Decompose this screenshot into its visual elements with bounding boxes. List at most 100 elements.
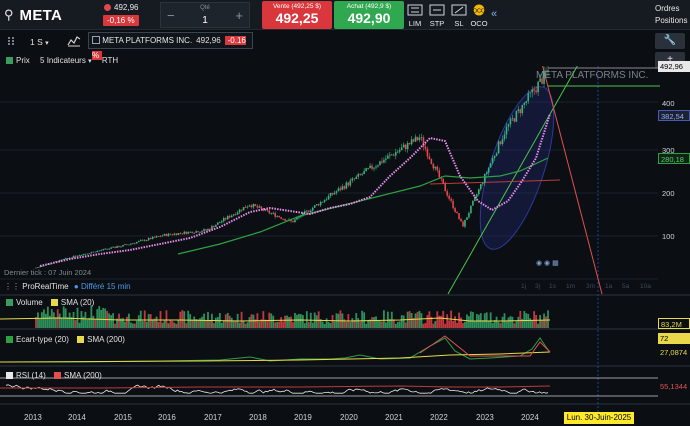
volume-bar <box>151 319 154 328</box>
candle-body <box>454 208 456 212</box>
candle-body <box>118 246 120 248</box>
sma-fast-line <box>39 113 551 267</box>
candle-body <box>478 189 480 195</box>
zoom-1m[interactable]: 1m <box>566 283 575 290</box>
volume-bar <box>296 314 298 328</box>
volume-bar <box>471 312 474 328</box>
volume-bar <box>513 323 516 328</box>
candle-body <box>130 243 132 245</box>
volume-label[interactable]: Volume <box>16 298 43 307</box>
price-tick-400: 400 <box>662 99 675 108</box>
zoom-10a[interactable]: 10a <box>640 283 651 290</box>
candle-body <box>424 146 427 149</box>
indicators-dropdown[interactable]: 5 Indicateurs ▾ <box>40 56 92 65</box>
volume-bar <box>489 312 492 328</box>
candle-body <box>157 236 160 237</box>
candle-body <box>163 234 166 236</box>
rsi-label[interactable]: RSI (14) <box>16 371 46 380</box>
volume-bar <box>464 321 466 328</box>
session-label[interactable]: RTH <box>102 56 118 65</box>
orders-link[interactable]: Ordres <box>655 4 679 13</box>
stdev-label[interactable]: Ecart-type (20) <box>16 335 69 344</box>
collapse-icon[interactable]: « <box>491 8 497 20</box>
volume-bar <box>422 323 425 328</box>
timeframe-select[interactable]: 1 S ▾ <box>30 35 49 49</box>
volume-bar <box>104 308 107 328</box>
zoom-1s[interactable]: 1s <box>549 283 557 290</box>
stdev-sma-label[interactable]: SMA (200) <box>87 335 125 344</box>
volume-bar <box>143 310 146 328</box>
volume-bar <box>345 321 348 328</box>
candle-body <box>438 170 441 178</box>
rsi-sma-label[interactable]: SMA (200) <box>64 371 102 380</box>
stop-order-button[interactable]: STP <box>426 2 448 28</box>
candle-body <box>132 243 134 245</box>
candle-body <box>529 92 532 94</box>
wrench-icon[interactable]: 🔧 <box>655 33 685 49</box>
sell-button[interactable]: Vente (492,25 $) 492,25 <box>262 1 332 29</box>
volume-sma-label[interactable]: SMA (20) <box>61 298 94 307</box>
volume-bar <box>131 323 134 328</box>
candle-body <box>460 218 462 222</box>
candle-body <box>236 212 239 215</box>
volume-bar <box>246 322 249 328</box>
quantity-stepper[interactable]: − Qté 1 + <box>160 2 250 28</box>
volume-bar <box>470 311 472 328</box>
volume-bar <box>141 321 144 328</box>
candle-body <box>167 233 170 237</box>
year-label: 2014 <box>68 413 86 422</box>
price-label[interactable]: Prix <box>16 56 30 65</box>
volume-bar <box>462 323 464 328</box>
volume-bar <box>396 321 399 328</box>
symbol-search[interactable]: ⚲ META <box>4 3 96 27</box>
volume-bar <box>377 320 379 328</box>
stdev-axis-label: 27,0874 <box>658 347 690 358</box>
volume-bar <box>394 323 397 328</box>
chart-type-icon[interactable] <box>67 35 81 47</box>
zoom-1a[interactable]: 1a <box>605 283 613 290</box>
volume-bar <box>402 315 405 328</box>
candle-body <box>527 93 530 102</box>
volume-bar <box>400 315 403 328</box>
volume-bar <box>398 321 401 328</box>
instrument-selector[interactable]: META PLATFORMS INC. 492,96 -0.16 % <box>88 32 253 60</box>
zoom-3m[interactable]: 3m <box>586 283 595 290</box>
volume-bar <box>187 310 190 328</box>
zoom-1j[interactable]: 1j <box>521 283 526 290</box>
candle-body <box>224 218 227 220</box>
instrument-icon <box>92 36 100 44</box>
zoom-5a[interactable]: 5a <box>622 283 630 290</box>
volume-legend: Volume SMA (20) <box>4 297 94 309</box>
volume-bar <box>473 320 476 328</box>
increase-qty-button[interactable]: + <box>235 8 243 23</box>
candle-body <box>248 205 251 207</box>
drag-handle-icon[interactable] <box>6 36 16 46</box>
drag-handle-icon[interactable]: ⋮⋮ <box>4 282 20 291</box>
zoom-3j[interactable]: 3j <box>535 283 540 290</box>
candle-body <box>195 231 197 233</box>
oco-order-button[interactable]: OCO OCO <box>468 2 490 28</box>
stop-loss-button[interactable]: SL <box>448 2 470 28</box>
volume-bar <box>278 321 281 328</box>
candle-body <box>280 217 282 219</box>
candle-body <box>355 176 358 179</box>
candle-body <box>282 218 284 220</box>
buy-button[interactable]: Achat (492,9 $) 492,90 <box>334 1 404 29</box>
chart-icons[interactable]: ◉ ◉ ▦ <box>536 260 559 267</box>
indicators-label: 5 Indicateurs <box>40 56 86 65</box>
price-tick-200: 200 <box>662 189 675 198</box>
volume-bar <box>333 321 336 328</box>
limit-order-button[interactable]: LIM <box>404 2 426 28</box>
volume-bar <box>68 312 71 328</box>
chart-area[interactable]: META PLATFORMS INC. 400 300 200 100 Dern… <box>0 66 690 412</box>
volume-bar <box>288 316 290 328</box>
zoom-bar[interactable]: 1j 3j 1s 1m 3m 1a 5a 10a <box>521 283 651 290</box>
volume-bar <box>185 323 188 328</box>
positions-link[interactable]: Positions <box>655 16 687 25</box>
year-label: 2023 <box>476 413 494 422</box>
candle-body <box>363 171 365 175</box>
volume-bar <box>371 317 373 328</box>
cursor-date-badge: Lun. 30-Juin-2025 <box>564 412 634 424</box>
volume-bar <box>155 316 158 328</box>
search-icon[interactable]: ⚲ <box>4 7 14 23</box>
